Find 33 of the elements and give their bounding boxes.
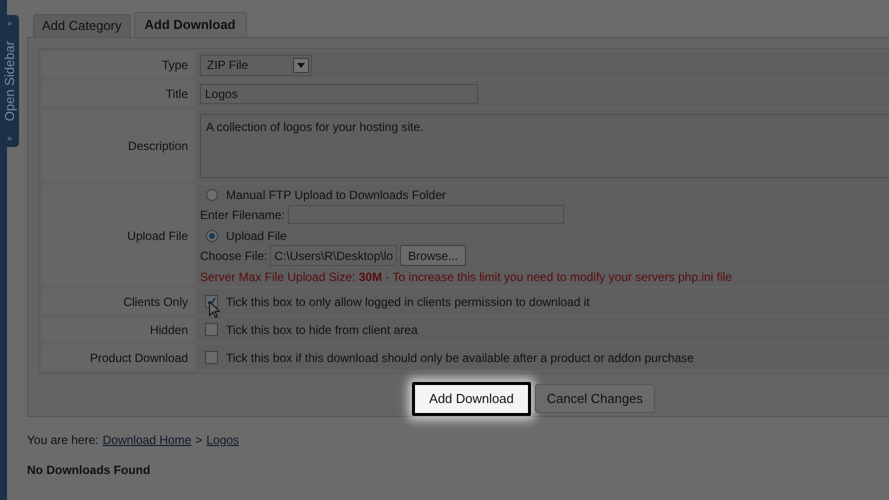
field-label: Product Download [90, 350, 188, 366]
field-label: Enter Filename: [200, 206, 285, 224]
breadcrumb-link[interactable]: Download Home [102, 431, 192, 449]
empty-message: No Downloads Found [27, 462, 152, 479]
checkbox-label: Tick this box if this download should only be available after a product or addon purchase [226, 350, 694, 366]
radio-label: Manual FTP Upload to Downloads Folder [226, 186, 446, 204]
breadcrumb-separator: > [195, 432, 202, 449]
radio-button[interactable] [206, 188, 218, 200]
add-download-button[interactable]: Add Download [412, 382, 531, 416]
field-label: Clients Only [123, 294, 188, 310]
tab[interactable]: Add Category [33, 14, 130, 37]
upload-size-note: Server Max File Upload Size: 30M - To increase this limit you need to modify your servers php.ini file [200, 268, 732, 286]
breadcrumb-prefix: You are here: [27, 432, 99, 449]
breadcrumb-link[interactable]: Logos [206, 431, 240, 449]
checkbox[interactable] [205, 323, 218, 336]
cancel-changes-button[interactable]: Cancel Changes [534, 384, 655, 413]
radio-button[interactable] [206, 230, 218, 242]
field-label: Upload File [127, 228, 188, 244]
checkbox[interactable] [205, 351, 218, 364]
tab[interactable]: Add Download [134, 12, 246, 37]
description-field[interactable]: A collection of logos for your hosting site. [200, 114, 889, 178]
field-label: Choose File: [200, 248, 268, 264]
browse-button[interactable]: Browse... [400, 245, 466, 266]
type-select[interactable]: ZIP File [200, 54, 312, 76]
file-path-field[interactable]: C:\Users\R\Desktop\lo [270, 245, 398, 266]
checkbox-label: Tick this box to only allow logged in clients permission to download it [226, 294, 590, 310]
field-label: Hidden [150, 322, 188, 338]
radio-label: Upload File [226, 228, 287, 244]
field-label: Description [128, 138, 188, 155]
field-label: Title [166, 86, 188, 103]
field-label: Type [162, 57, 188, 74]
checkbox-label: Tick this box to hide from client area [226, 322, 418, 338]
title-field[interactable]: Logos [200, 84, 478, 104]
